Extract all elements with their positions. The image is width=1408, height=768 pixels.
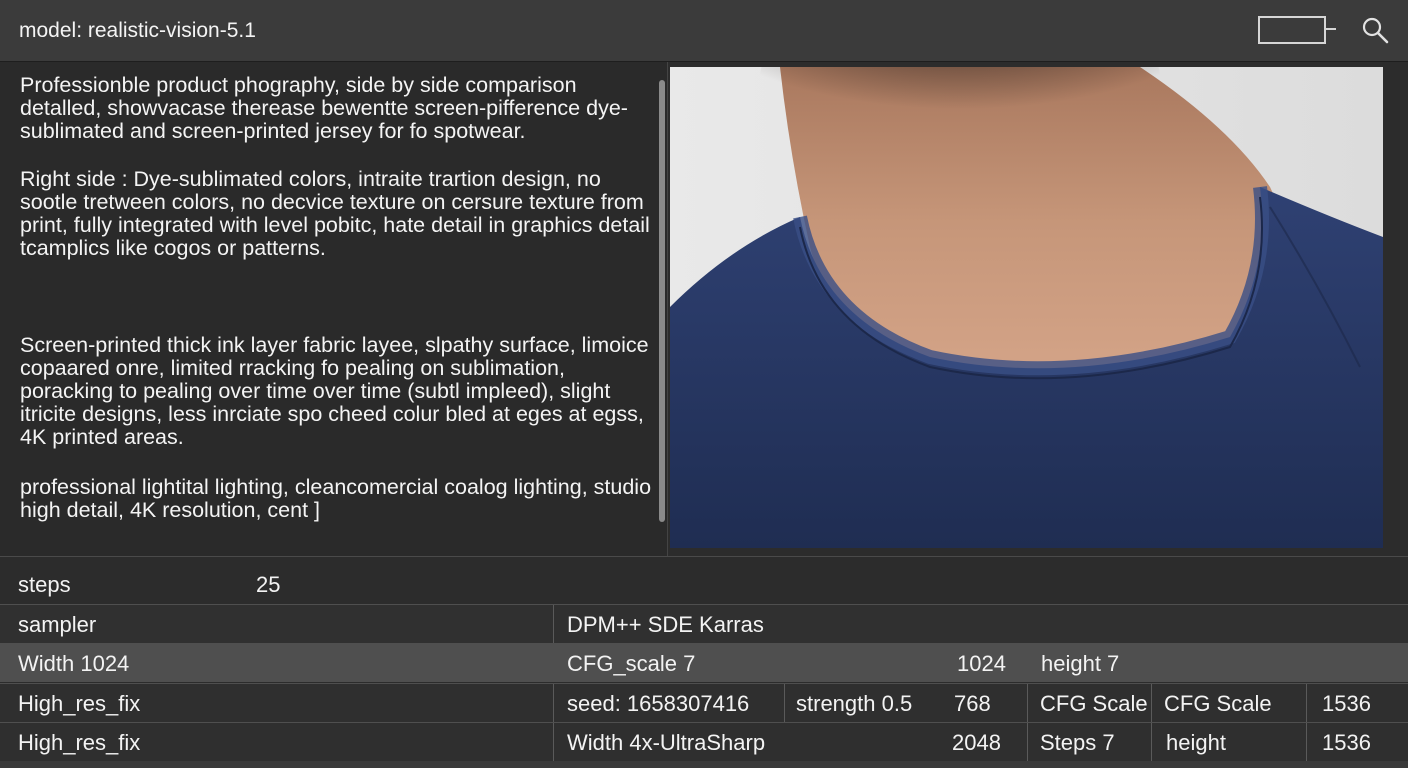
param-row-hires-fix: High_res_fix Width 4x-UltraSharp 2048 St… — [0, 722, 1408, 762]
prompt-paragraph: Right side : Dye-sublimated colors, intr… — [20, 167, 650, 260]
cfg-scale-label: CFG Scale — [1040, 691, 1148, 716]
hires-size-value[interactable]: 1536 — [1322, 684, 1371, 723]
cfg-scale-field[interactable]: CFG_scale 7 — [567, 644, 695, 683]
strength-field[interactable]: strength 0.5 — [796, 684, 912, 723]
column-separator — [1306, 723, 1307, 762]
param-row-hires-fix: High_res_fix seed: 1658307416 strength 0… — [0, 683, 1408, 723]
column-separator — [1027, 723, 1028, 762]
hires-fix-label: High_res_fix — [18, 730, 141, 755]
upscaler-field[interactable]: Width 4x-UltraSharp — [567, 723, 765, 762]
prompt-textarea[interactable]: Professionble product phography, side by… — [0, 62, 668, 556]
column-separator — [553, 684, 554, 723]
column-separator — [784, 684, 785, 723]
prompt-paragraph: Screen-printed thick ink layer fabric la… — [20, 333, 649, 449]
preview-image — [670, 67, 1383, 548]
bottom-edge — [0, 761, 1408, 768]
prompt-paragraph: Professionble product phography, side by… — [20, 73, 628, 143]
height-label: height — [1166, 730, 1226, 755]
width-field[interactable]: Width 1024 — [18, 644, 129, 683]
size-value[interactable]: 1024 — [957, 644, 1006, 683]
height-field[interactable]: height 7 — [1041, 644, 1119, 683]
seed-field[interactable]: seed: 1658307416 — [567, 684, 749, 723]
sampler-label: sampler — [18, 612, 97, 637]
search-icon[interactable] — [1360, 15, 1390, 45]
height-value[interactable]: 1536 — [1322, 723, 1371, 762]
hires-fix-label: High_res_fix — [18, 691, 141, 716]
panel-divider — [0, 556, 1408, 557]
column-separator — [553, 605, 554, 644]
prompt-scrollbar[interactable] — [659, 80, 665, 522]
column-separator — [1151, 723, 1152, 762]
toggle-tick — [1324, 28, 1336, 30]
column-separator — [1027, 684, 1028, 723]
steps-label: steps — [18, 572, 71, 597]
steps-value[interactable]: 25 — [256, 565, 280, 604]
model-label[interactable]: model: realistic-vision-5.1 — [19, 19, 256, 43]
toggle-box — [1258, 16, 1326, 44]
column-separator — [1306, 684, 1307, 723]
param-row-width: Width 1024 CFG_scale 7 1024 height 7 — [0, 643, 1408, 682]
hires-steps-field[interactable]: Steps 7 — [1040, 723, 1115, 762]
column-separator — [1151, 684, 1152, 723]
param-row-steps: steps 25 — [0, 565, 1408, 604]
prompt-paragraph: professional lightital lighting, cleanco… — [20, 475, 652, 522]
param-row-sampler: sampler DPM++ SDE Karras — [0, 604, 1408, 644]
toggle-icon[interactable] — [1258, 16, 1338, 44]
column-separator — [553, 723, 554, 762]
cfg-scale-label: CFG Scale — [1164, 691, 1272, 716]
upscale-size-value[interactable]: 2048 — [952, 723, 1001, 762]
top-bar: model: realistic-vision-5.1 — [0, 0, 1408, 62]
hires-size-value[interactable]: 768 — [954, 684, 991, 723]
sampler-value[interactable]: DPM++ SDE Karras — [567, 605, 764, 644]
